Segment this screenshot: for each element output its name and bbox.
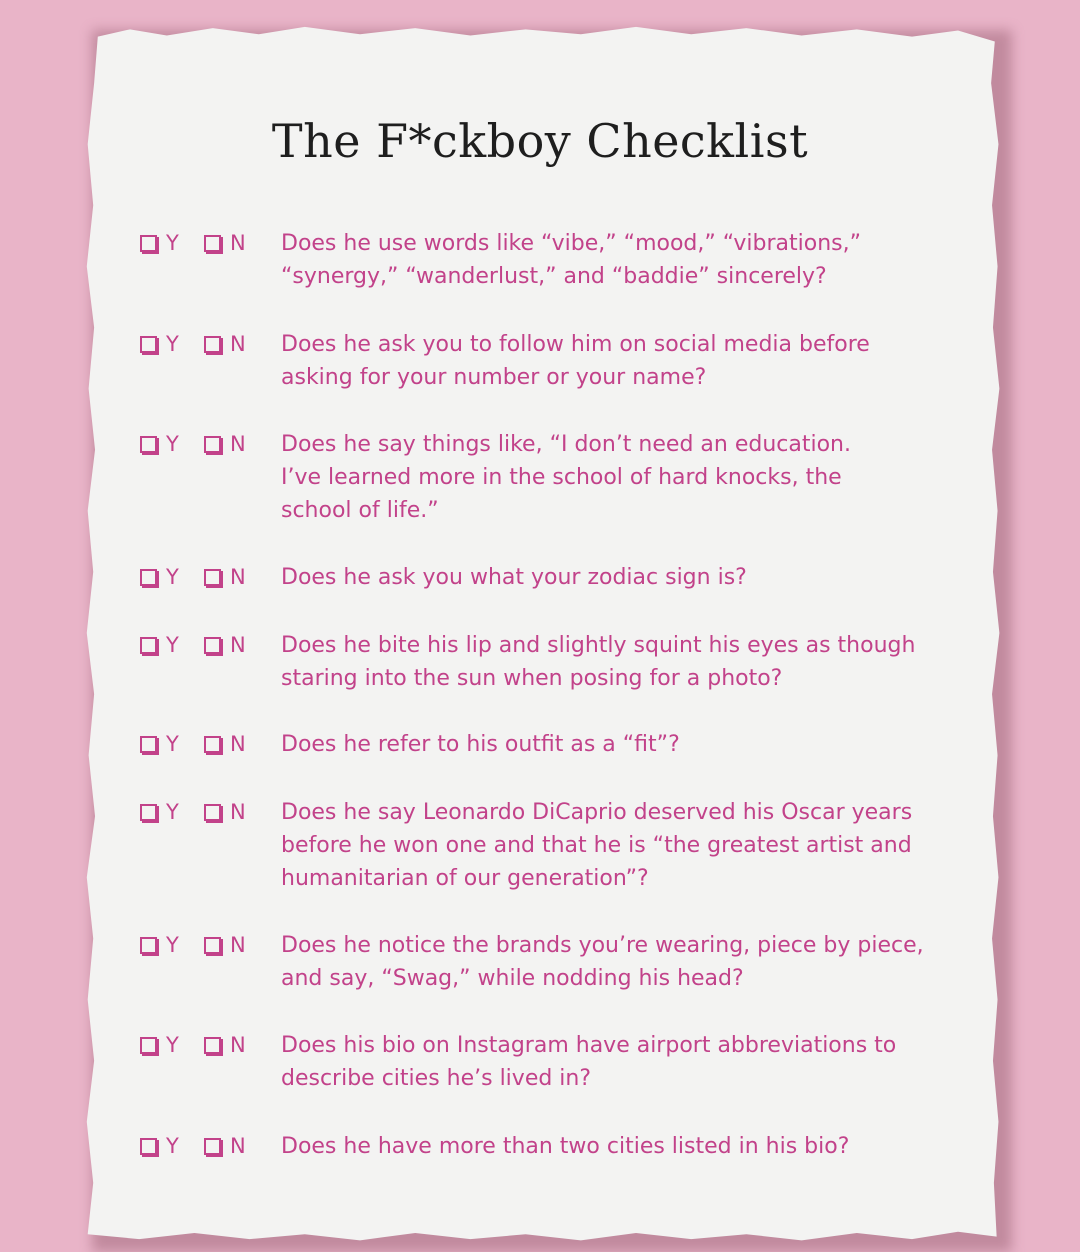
no-label: N [230, 432, 246, 456]
choice-group: Y N [140, 1130, 270, 1163]
question-text: Does he notice the brands you’re wearing… [281, 933, 924, 991]
no-checkbox[interactable] [204, 1037, 221, 1054]
yes-label: Y [166, 231, 179, 255]
no-checkbox[interactable] [204, 937, 221, 954]
no-checkbox[interactable] [204, 336, 221, 353]
yes-checkbox[interactable] [140, 235, 157, 252]
question-text: Does he bite his lip and slightly squint… [281, 633, 916, 691]
yes-checkbox[interactable] [140, 637, 157, 654]
choice-group: Y N [140, 561, 270, 594]
question-text: Does he ask you what your zodiac sign is… [281, 565, 747, 590]
yes-option[interactable]: Y [140, 428, 179, 461]
yes-option[interactable]: Y [140, 929, 179, 962]
choice-group: Y N [140, 728, 270, 761]
yes-option[interactable]: Y [140, 1130, 179, 1163]
yes-label: Y [166, 332, 179, 356]
no-checkbox[interactable] [204, 1138, 221, 1155]
question-text: Does his bio on Instagram have airport a… [281, 1033, 897, 1091]
yes-label: Y [166, 1134, 179, 1158]
choice-group: Y N [140, 328, 270, 361]
yes-label: Y [166, 633, 179, 657]
no-label: N [230, 1033, 246, 1057]
question-text: Does he use words like “vibe,” “mood,” “… [281, 231, 861, 289]
page-title: The F*ckboy Checklist [271, 114, 809, 168]
no-option[interactable]: N [204, 796, 246, 829]
yes-checkbox[interactable] [140, 436, 157, 453]
yes-option[interactable]: Y [140, 796, 179, 829]
yes-option[interactable]: Y [140, 328, 179, 361]
no-option[interactable]: N [204, 1029, 246, 1062]
no-label: N [230, 633, 246, 657]
yes-label: Y [166, 732, 179, 756]
choice-group: Y N [140, 227, 270, 260]
choice-group: Y N [140, 929, 270, 962]
no-option[interactable]: N [204, 561, 246, 594]
no-checkbox[interactable] [204, 736, 221, 753]
no-label: N [230, 732, 246, 756]
no-label: N [230, 933, 246, 957]
no-checkbox[interactable] [204, 569, 221, 586]
no-option[interactable]: N [204, 328, 246, 361]
yes-option[interactable]: Y [140, 728, 179, 761]
no-option[interactable]: N [204, 929, 246, 962]
yes-checkbox[interactable] [140, 569, 157, 586]
yes-checkbox[interactable] [140, 1037, 157, 1054]
question-text: Does he refer to his outfit as a “fit”? [281, 732, 680, 757]
yes-label: Y [166, 933, 179, 957]
no-checkbox[interactable] [204, 436, 221, 453]
no-label: N [230, 800, 246, 824]
choice-group: Y N [140, 629, 270, 662]
yes-label: Y [166, 565, 179, 589]
no-option[interactable]: N [204, 629, 246, 662]
yes-label: Y [166, 432, 179, 456]
question-text: Does he say Leonardo DiCaprio deserved h… [281, 800, 913, 891]
question-text: Does he ask you to follow him on social … [281, 332, 870, 390]
no-checkbox[interactable] [204, 637, 221, 654]
question-text: Does he say things like, “I don’t need a… [281, 432, 851, 523]
yes-option[interactable]: Y [140, 629, 179, 662]
no-checkbox[interactable] [204, 235, 221, 252]
yes-label: Y [166, 800, 179, 824]
no-label: N [230, 231, 246, 255]
yes-checkbox[interactable] [140, 336, 157, 353]
yes-checkbox[interactable] [140, 736, 157, 753]
yes-option[interactable]: Y [140, 561, 179, 594]
choice-group: Y N [140, 428, 270, 461]
no-checkbox[interactable] [204, 804, 221, 821]
no-option[interactable]: N [204, 728, 246, 761]
no-option[interactable]: N [204, 227, 246, 260]
yes-checkbox[interactable] [140, 1138, 157, 1155]
yes-option[interactable]: Y [140, 227, 179, 260]
choice-group: Y N [140, 796, 270, 829]
yes-checkbox[interactable] [140, 804, 157, 821]
question-text: Does he have more than two cities listed… [281, 1134, 850, 1159]
no-label: N [230, 1134, 246, 1158]
yes-checkbox[interactable] [140, 937, 157, 954]
no-label: N [230, 565, 246, 589]
choice-group: Y N [140, 1029, 270, 1062]
yes-option[interactable]: Y [140, 1029, 179, 1062]
yes-label: Y [166, 1033, 179, 1057]
no-label: N [230, 332, 246, 356]
no-option[interactable]: N [204, 428, 246, 461]
no-option[interactable]: N [204, 1130, 246, 1163]
